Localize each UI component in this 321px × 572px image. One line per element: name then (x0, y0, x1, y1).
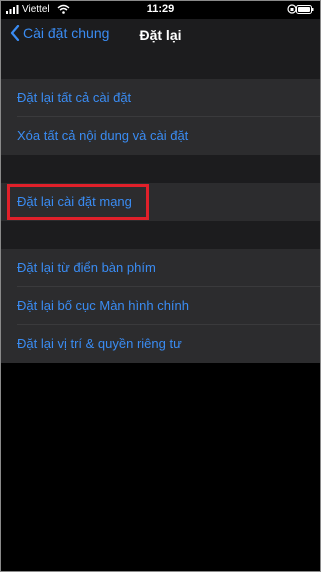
reset-group-3: Đặt lại từ điển bàn phím Đặt lại bố cục … (1, 249, 320, 363)
reset-keyboard-dictionary-cell[interactable]: Đặt lại từ điển bàn phím (1, 249, 320, 287)
section-spacer (1, 221, 320, 249)
reset-home-screen-layout-cell[interactable]: Đặt lại bố cục Màn hình chính (1, 287, 320, 325)
reset-location-privacy-cell[interactable]: Đặt lại vị trí & quyền riêng tư (1, 325, 320, 363)
clock: 11:29 (146, 3, 175, 15)
section-spacer (1, 155, 320, 183)
navigation-bar: Cài đặt chung Đặt lại (1, 19, 320, 53)
battery-icon (296, 5, 314, 14)
reset-group-1: Đặt lại tất cả cài đặt Xóa tất cả nội du… (1, 79, 320, 155)
cell-label: Đặt lại bố cục Màn hình chính (17, 298, 189, 313)
cell-label: Đặt lại vị trí & quyền riêng tư (17, 336, 182, 351)
page-title: Đặt lại (139, 27, 182, 43)
section-spacer (1, 53, 320, 79)
cell-label: Đặt lại tất cả cài đặt (17, 90, 132, 105)
cell-label: Xóa tất cả nội dung và cài đặt (17, 128, 189, 143)
status-bar: Viettel 11:29 (1, 1, 320, 19)
cell-label: Đặt lại từ điển bàn phím (17, 260, 156, 275)
highlight-box (7, 184, 149, 220)
reset-all-settings-cell[interactable]: Đặt lại tất cả cài đặt (1, 79, 320, 117)
erase-all-content-cell[interactable]: Xóa tất cả nội dung và cài đặt (1, 117, 320, 155)
